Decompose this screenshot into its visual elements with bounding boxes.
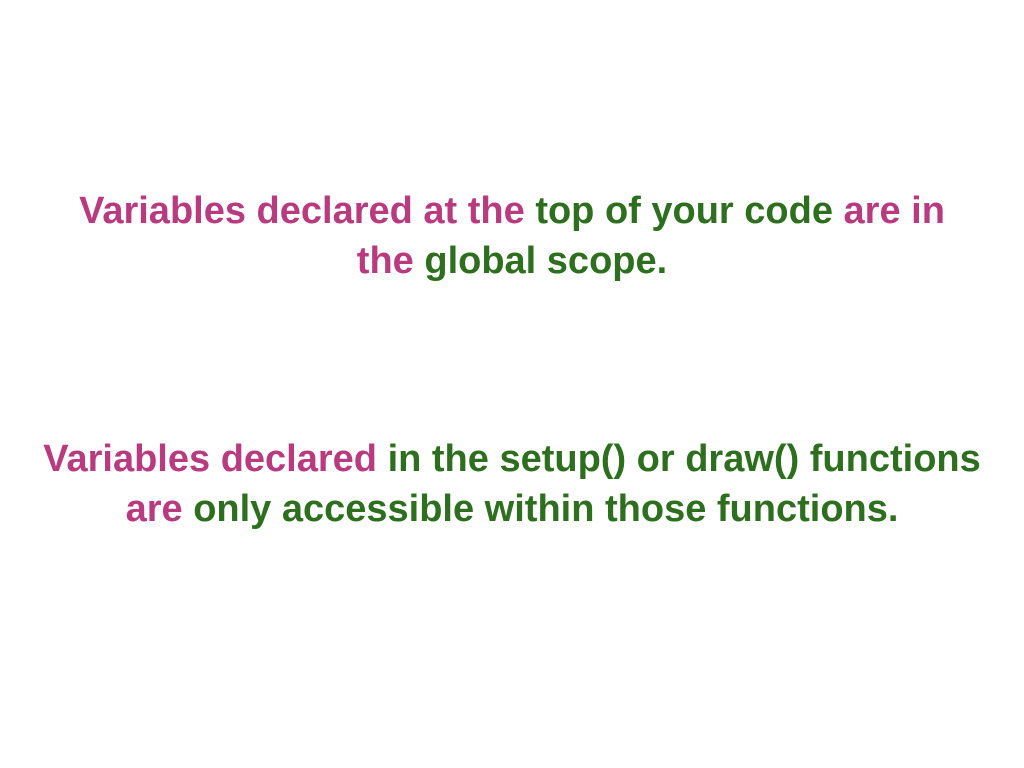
text-segment: in the setup() or draw() functions (387, 438, 981, 480)
text-segment: global scope. (424, 240, 668, 282)
slide: Variables declared at the top of your co… (0, 0, 1024, 768)
local-scope-statement: Variables declared in the setup() or dra… (20, 434, 1004, 534)
text-segment: top of your code (535, 190, 844, 232)
text-segment: Variables declared (43, 438, 388, 480)
global-scope-statement: Variables declared at the top of your co… (20, 186, 1004, 286)
text-segment: the (356, 240, 425, 282)
text-segment: are in (843, 190, 945, 232)
text-segment: only accessible within those functions. (193, 488, 899, 530)
text-segment: are (125, 488, 194, 530)
text-segment: Variables declared at the (79, 190, 536, 232)
